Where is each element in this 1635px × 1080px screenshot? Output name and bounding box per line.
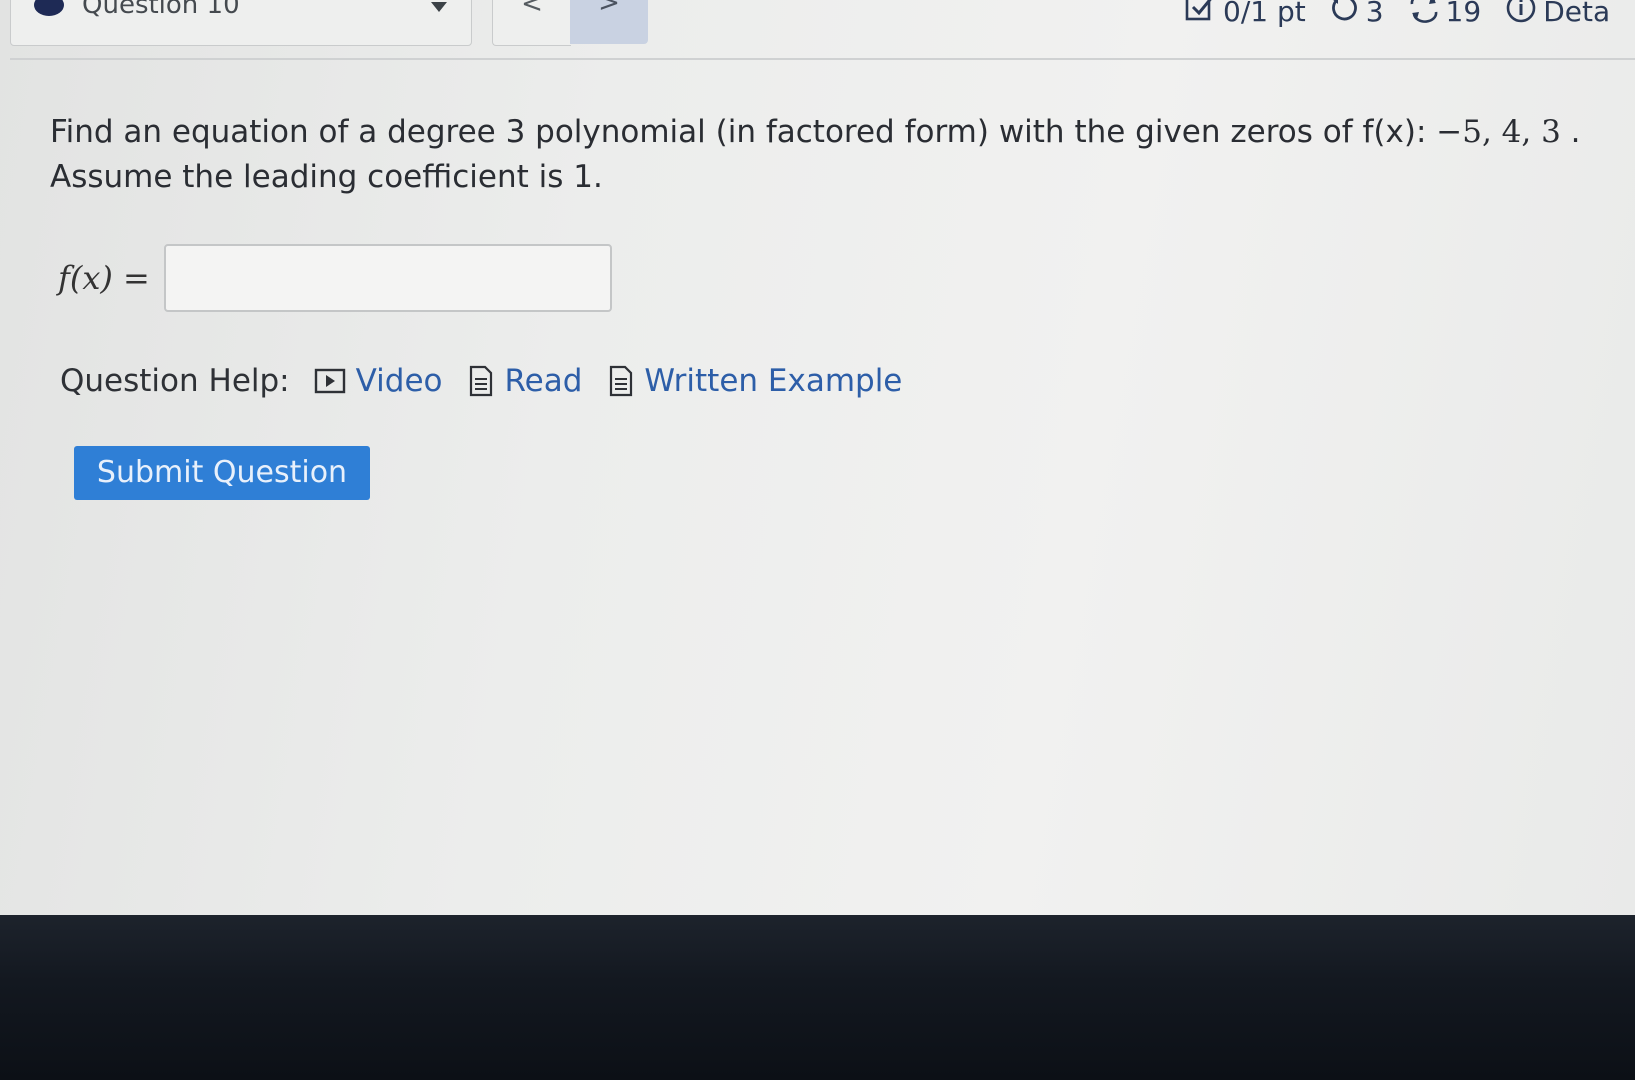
answer-row: f(x) = — [58, 244, 612, 312]
attempts-count: 19 — [1445, 0, 1482, 28]
retry-icon — [1330, 0, 1360, 30]
header-divider — [10, 58, 1635, 60]
retries-count: 3 — [1365, 0, 1384, 28]
screen: Question 10 < > 0/1 pt 3 19 Deta Find an… — [0, 0, 1635, 915]
retries-indicator: 3 — [1330, 0, 1384, 30]
document-icon — [610, 365, 633, 397]
read-link[interactable]: Read — [468, 363, 582, 399]
score-indicator: 0/1 pt — [1185, 0, 1306, 30]
video-icon — [314, 368, 345, 394]
chevron-down-icon[interactable] — [431, 2, 447, 12]
read-link-label: Read — [504, 363, 583, 399]
question-help: Question Help: Video Read Written Exampl… — [60, 363, 928, 399]
written-example-label: Written Example — [644, 363, 903, 399]
info-icon — [1505, 0, 1537, 31]
question-help-label: Question Help: — [60, 363, 290, 399]
submit-question-button[interactable]: Submit Question — [74, 446, 370, 500]
written-example-link[interactable]: Written Example — [608, 363, 902, 399]
question-label: Question 10 — [82, 0, 240, 20]
refresh-icon — [1408, 0, 1440, 30]
video-link[interactable]: Video — [314, 363, 443, 399]
monitor-bezel — [0, 915, 1635, 1080]
question-text: Find an equation of a degree 3 polynomia… — [50, 110, 1610, 200]
question-prompt-end: . — [1560, 114, 1581, 150]
question-selector[interactable] — [10, 0, 472, 46]
previous-question-button[interactable]: < — [492, 0, 571, 46]
document-icon — [470, 365, 493, 397]
answer-label: f(x) = — [58, 259, 150, 297]
details-button[interactable]: Deta — [1505, 0, 1610, 31]
next-question-button[interactable]: > — [570, 0, 648, 44]
answer-input[interactable] — [163, 244, 612, 312]
question-instruction: Assume the leading coefficient is 1. — [50, 159, 603, 195]
score-text: 0/1 pt — [1223, 0, 1306, 28]
question-zeros: −5, 4, 3 — [1436, 114, 1561, 150]
details-label: Deta — [1543, 0, 1611, 28]
question-prompt: Find an equation of a degree 3 polynomia… — [50, 114, 1437, 150]
video-link-label: Video — [355, 363, 443, 399]
attempts-indicator: 19 — [1408, 0, 1482, 30]
checkbox-icon — [1185, 0, 1217, 30]
question-status: 0/1 pt 3 19 Deta — [1185, 0, 1634, 31]
